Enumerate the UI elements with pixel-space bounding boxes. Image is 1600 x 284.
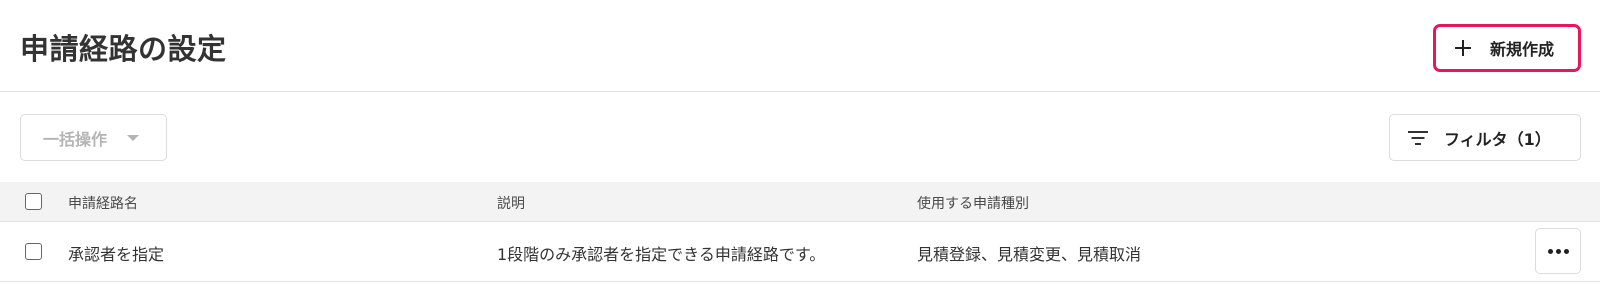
- more-horizontal-icon: [1547, 248, 1553, 254]
- new-create-button[interactable]: 新規作成: [1433, 24, 1581, 72]
- row-name[interactable]: 承認者を指定: [68, 241, 164, 265]
- plus-icon: [1454, 39, 1472, 57]
- page-header: 申請経路の設定 新規作成: [0, 0, 1600, 92]
- column-header-types[interactable]: 使用する申請種別: [917, 193, 1029, 213]
- row-description: 1段階のみ承認者を指定できる申請経路です。: [497, 245, 826, 264]
- route-table: 申請経路名 説明 使用する申請種別 承認者を指定 1段階のみ承認者を指定できる申…: [0, 182, 1600, 282]
- filter-icon: [1408, 130, 1428, 145]
- table-row[interactable]: 承認者を指定 1段階のみ承認者を指定できる申請経路です。 見積登録、見積変更、見…: [0, 222, 1600, 282]
- select-all-checkbox[interactable]: [25, 193, 42, 210]
- page-title: 申請経路の設定: [20, 32, 227, 66]
- row-checkbox[interactable]: [25, 243, 42, 260]
- caret-down-icon: [127, 134, 140, 141]
- filter-label: フィルタ（1）: [1444, 129, 1551, 149]
- filter-button[interactable]: フィルタ（1）: [1389, 114, 1581, 161]
- row-more-button[interactable]: [1535, 228, 1581, 274]
- bulk-action-label: 一括操作: [43, 129, 108, 149]
- column-header-description[interactable]: 説明: [497, 193, 525, 213]
- bulk-action-dropdown[interactable]: 一括操作: [20, 114, 167, 161]
- toolbar: 一括操作 フィルタ（1）: [0, 92, 1600, 182]
- row-types: 見積登録、見積変更、見積取消: [917, 245, 1142, 264]
- table-header: 申請経路名 説明 使用する申請種別: [0, 182, 1600, 222]
- column-header-name[interactable]: 申請経路名: [68, 193, 138, 213]
- new-create-label: 新規作成: [1490, 40, 1555, 59]
